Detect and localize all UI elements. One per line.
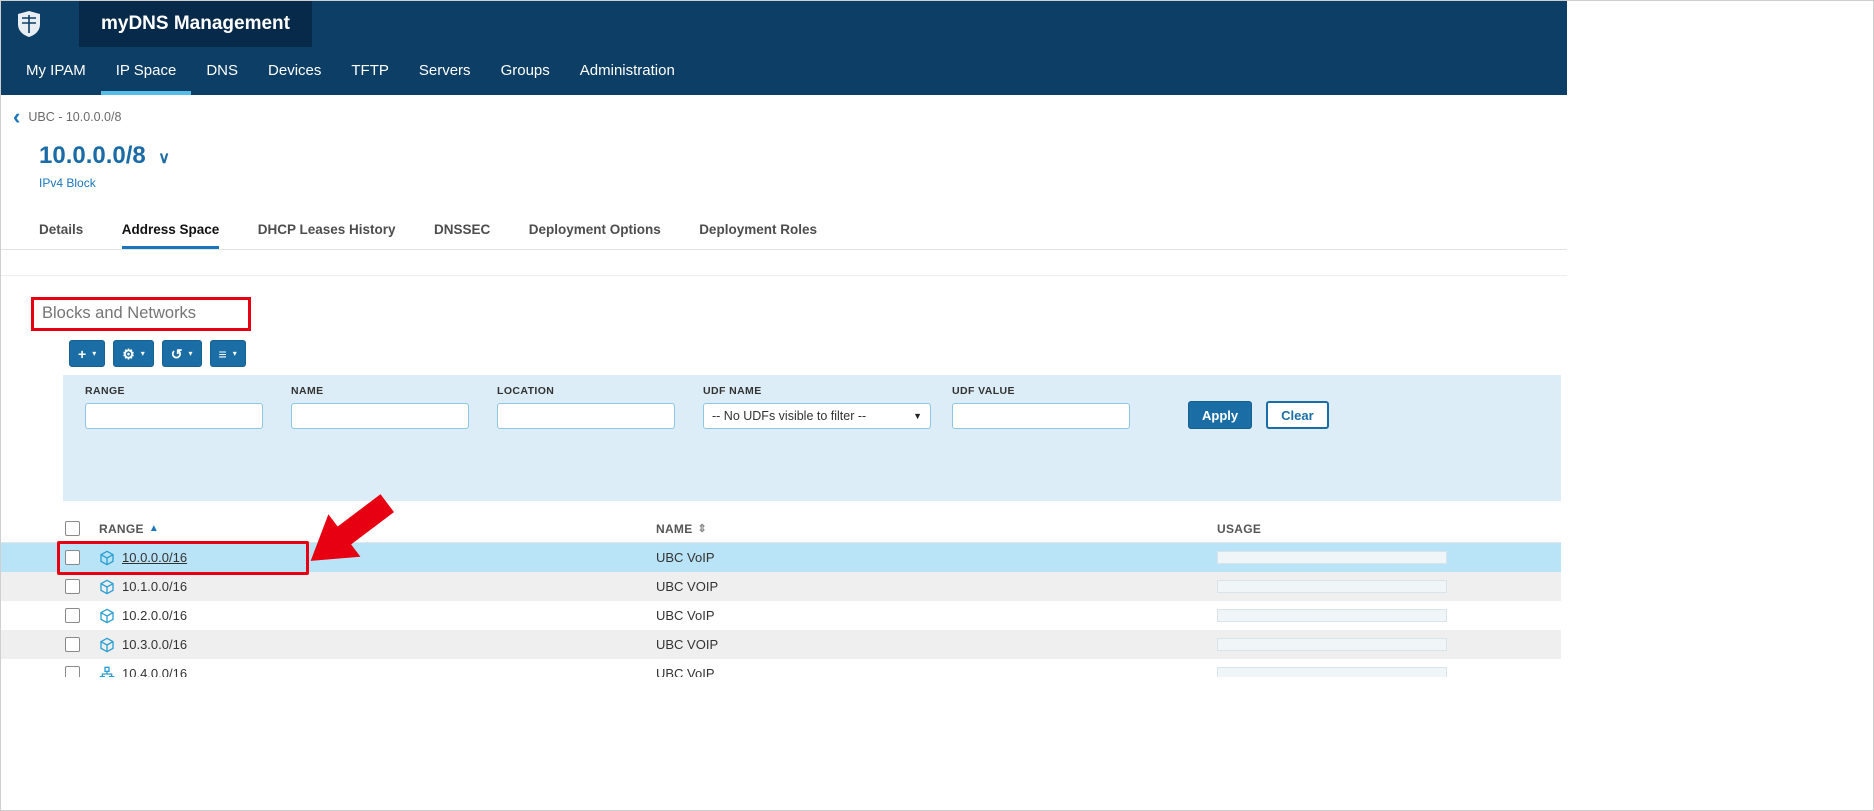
tab-dhcp-leases-history[interactable]: DHCP Leases History xyxy=(258,221,396,249)
list-icon: ≡ xyxy=(219,347,227,361)
location-filter-input[interactable] xyxy=(497,403,675,429)
nav-item-my-ipam[interactable]: My IPAM xyxy=(11,47,101,95)
sort-both-icon: ⇕ xyxy=(698,522,708,535)
chevron-down-icon: ▾ xyxy=(141,350,145,358)
nav-item-dns[interactable]: DNS xyxy=(191,47,253,95)
row-name: UBC VoIP xyxy=(656,608,1217,623)
name-filter-input[interactable] xyxy=(291,403,469,429)
page-title[interactable]: 10.0.0.0/8 xyxy=(39,142,146,170)
settings-button[interactable]: ⚙ ▾ xyxy=(113,340,154,367)
tab-bar: Details Address Space DHCP Leases Histor… xyxy=(1,221,1567,250)
clear-button[interactable]: Clear xyxy=(1266,401,1329,429)
block-icon xyxy=(99,608,115,624)
divider xyxy=(1,250,1567,276)
block-icon xyxy=(99,637,115,653)
usage-bar xyxy=(1217,580,1447,593)
udf-value-filter-input[interactable] xyxy=(952,403,1130,429)
table-row[interactable]: 10.4.0.0/16 UBC VoIP xyxy=(1,659,1561,677)
table-header-row: RANGE ▲ NAME ⇕ USAGE xyxy=(1,515,1561,543)
network-icon xyxy=(99,666,115,678)
filter-label-location: LOCATION xyxy=(497,385,675,397)
app-title: myDNS Management xyxy=(79,1,312,47)
usage-bar xyxy=(1217,609,1447,622)
row-checkbox[interactable] xyxy=(65,666,80,677)
page-subtitle: IPv4 Block xyxy=(39,176,1567,191)
main-nav: My IPAM IP Space DNS Devices TFTP Server… xyxy=(1,47,1567,95)
tab-address-space[interactable]: Address Space xyxy=(122,221,220,249)
nav-item-administration[interactable]: Administration xyxy=(565,47,690,95)
page-head: 10.0.0.0/8 ∨ IPv4 Block xyxy=(39,142,1567,191)
row-name: UBC VOIP xyxy=(656,579,1217,594)
tab-deployment-roles[interactable]: Deployment Roles xyxy=(699,221,817,249)
breadcrumb: ‹ UBC - 10.0.0.0/8 xyxy=(13,108,1567,126)
gear-icon: ⚙ xyxy=(122,347,135,361)
app-window: myDNS Management My IPAM IP Space DNS De… xyxy=(1,1,1567,677)
screenshot-canvas: myDNS Management My IPAM IP Space DNS De… xyxy=(0,0,1874,811)
range-link[interactable]: 10.2.0.0/16 xyxy=(122,608,187,623)
section-title: Blocks and Networks xyxy=(42,304,196,322)
nav-item-servers[interactable]: Servers xyxy=(404,47,486,95)
nav-item-groups[interactable]: Groups xyxy=(486,47,565,95)
tab-dnssec[interactable]: DNSSEC xyxy=(434,221,490,249)
apply-button[interactable]: Apply xyxy=(1188,401,1252,429)
filter-label-udf-value: UDF VALUE xyxy=(952,385,1130,397)
udf-name-select-value: -- No UDFs visible to filter -- xyxy=(712,409,866,423)
table-row[interactable]: 10.1.0.0/16 UBC VOIP xyxy=(1,572,1561,601)
annotation-box-section: Blocks and Networks xyxy=(31,297,251,331)
range-link[interactable]: 10.4.0.0/16 xyxy=(122,666,187,677)
table-row[interactable]: 10.0.0.0/16 UBC VoIP xyxy=(1,543,1561,572)
back-chevron-icon[interactable]: ‹ xyxy=(13,109,20,125)
history-icon: ↺ xyxy=(171,347,183,361)
title-caret-icon[interactable]: ∨ xyxy=(158,150,170,167)
app-header: myDNS Management xyxy=(1,1,1567,47)
filter-label-range: RANGE xyxy=(85,385,263,397)
tab-details[interactable]: Details xyxy=(39,221,83,249)
nav-item-tftp[interactable]: TFTP xyxy=(336,47,404,95)
history-button[interactable]: ↺ ▾ xyxy=(162,340,202,367)
usage-bar xyxy=(1217,551,1447,564)
range-link[interactable]: 10.3.0.0/16 xyxy=(122,637,187,652)
row-checkbox[interactable] xyxy=(65,550,80,565)
chevron-down-icon: ▾ xyxy=(92,350,96,358)
row-name: UBC VoIP xyxy=(656,666,1217,677)
table-row[interactable]: 10.2.0.0/16 UBC VoIP xyxy=(1,601,1561,630)
udf-name-select[interactable]: -- No UDFs visible to filter -- ▼ xyxy=(703,403,931,429)
range-link[interactable]: 10.1.0.0/16 xyxy=(122,579,187,594)
tab-deployment-options[interactable]: Deployment Options xyxy=(529,221,661,249)
table-toolbar: + ▾ ⚙ ▾ ↺ ▾ ≡ ▾ xyxy=(69,340,1567,367)
table-row[interactable]: 10.3.0.0/16 UBC VOIP xyxy=(1,630,1561,659)
blocks-table: RANGE ▲ NAME ⇕ USAGE 10.0.0.0/16 UBC xyxy=(1,515,1561,677)
row-checkbox[interactable] xyxy=(65,637,80,652)
select-all-checkbox[interactable] xyxy=(65,521,80,536)
filter-label-name: NAME xyxy=(291,385,469,397)
app-logo-icon xyxy=(17,10,41,38)
nav-item-devices[interactable]: Devices xyxy=(253,47,336,95)
column-header-name[interactable]: NAME ⇕ xyxy=(656,522,1217,536)
column-header-usage: USAGE xyxy=(1217,522,1561,536)
usage-bar xyxy=(1217,638,1447,651)
row-checkbox[interactable] xyxy=(65,579,80,594)
plus-icon: + xyxy=(78,347,86,361)
sort-asc-icon: ▲ xyxy=(149,523,159,534)
add-button[interactable]: + ▾ xyxy=(69,340,105,367)
filter-label-udf-name: UDF NAME xyxy=(703,385,952,397)
row-checkbox[interactable] xyxy=(65,608,80,623)
block-icon xyxy=(99,579,115,595)
select-caret-icon: ▼ xyxy=(913,411,922,421)
range-filter-input[interactable] xyxy=(85,403,263,429)
range-link[interactable]: 10.0.0.0/16 xyxy=(122,550,187,565)
breadcrumb-label[interactable]: UBC - 10.0.0.0/8 xyxy=(28,110,121,124)
usage-bar xyxy=(1217,667,1447,677)
chevron-down-icon: ▾ xyxy=(189,350,193,358)
filter-panel: RANGE NAME LOCATION UDF NAME -- No UDFs … xyxy=(63,375,1561,501)
column-header-range[interactable]: RANGE ▲ xyxy=(99,522,656,536)
row-name: UBC VOIP xyxy=(656,637,1217,652)
view-options-button[interactable]: ≡ ▾ xyxy=(210,340,246,367)
row-name: UBC VoIP xyxy=(656,550,1217,565)
nav-item-ip-space[interactable]: IP Space xyxy=(101,47,192,95)
chevron-down-icon: ▾ xyxy=(233,350,237,358)
block-icon xyxy=(99,550,115,566)
